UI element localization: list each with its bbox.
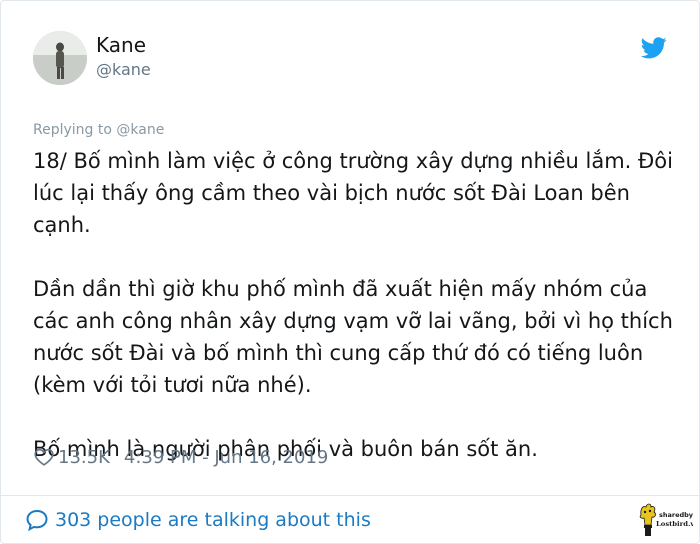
tweet-paragraph: 18/ Bố mình làm việc ở công trường xây d… bbox=[33, 149, 673, 237]
conversation-text[interactable]: 303 people are talking about this bbox=[55, 509, 371, 531]
conversation-link[interactable]: 303 people are talking about this bbox=[25, 507, 371, 533]
tweet-header: Kane @kane bbox=[33, 31, 673, 91]
replying-to[interactable]: Replying to @kane bbox=[33, 122, 164, 138]
tweet-text: 18/ Bố mình làm việc ở công trường xây d… bbox=[33, 145, 683, 465]
speech-bubble-icon bbox=[26, 509, 48, 532]
timestamp[interactable]: 4:39 PM - Jun 16, 2019 bbox=[124, 447, 328, 468]
author-name[interactable]: Kane bbox=[96, 33, 146, 57]
tweet-meta: 13.5K 4:39 PM - Jun 16, 2019 bbox=[33, 445, 328, 469]
tweet-paragraph: Dần dần thì giờ khu phố mình đã xuất hiệ… bbox=[33, 277, 673, 397]
divider bbox=[1, 495, 699, 496]
avatar-image bbox=[33, 31, 87, 85]
tweet-card: Kane @kane Replying to @kane 18/ Bố mình… bbox=[0, 0, 700, 544]
twitter-bird-icon[interactable] bbox=[641, 37, 667, 59]
svg-text:sharedby: sharedby bbox=[659, 511, 693, 519]
svg-text:Lostbird.vn: Lostbird.vn bbox=[656, 520, 693, 528]
author-handle[interactable]: @kane bbox=[96, 60, 151, 79]
watermark-logo: sharedby Lostbird.vn bbox=[639, 503, 693, 536]
like-count[interactable]: 13.5K bbox=[58, 447, 110, 468]
heart-icon[interactable] bbox=[33, 446, 55, 468]
avatar[interactable] bbox=[33, 31, 87, 85]
